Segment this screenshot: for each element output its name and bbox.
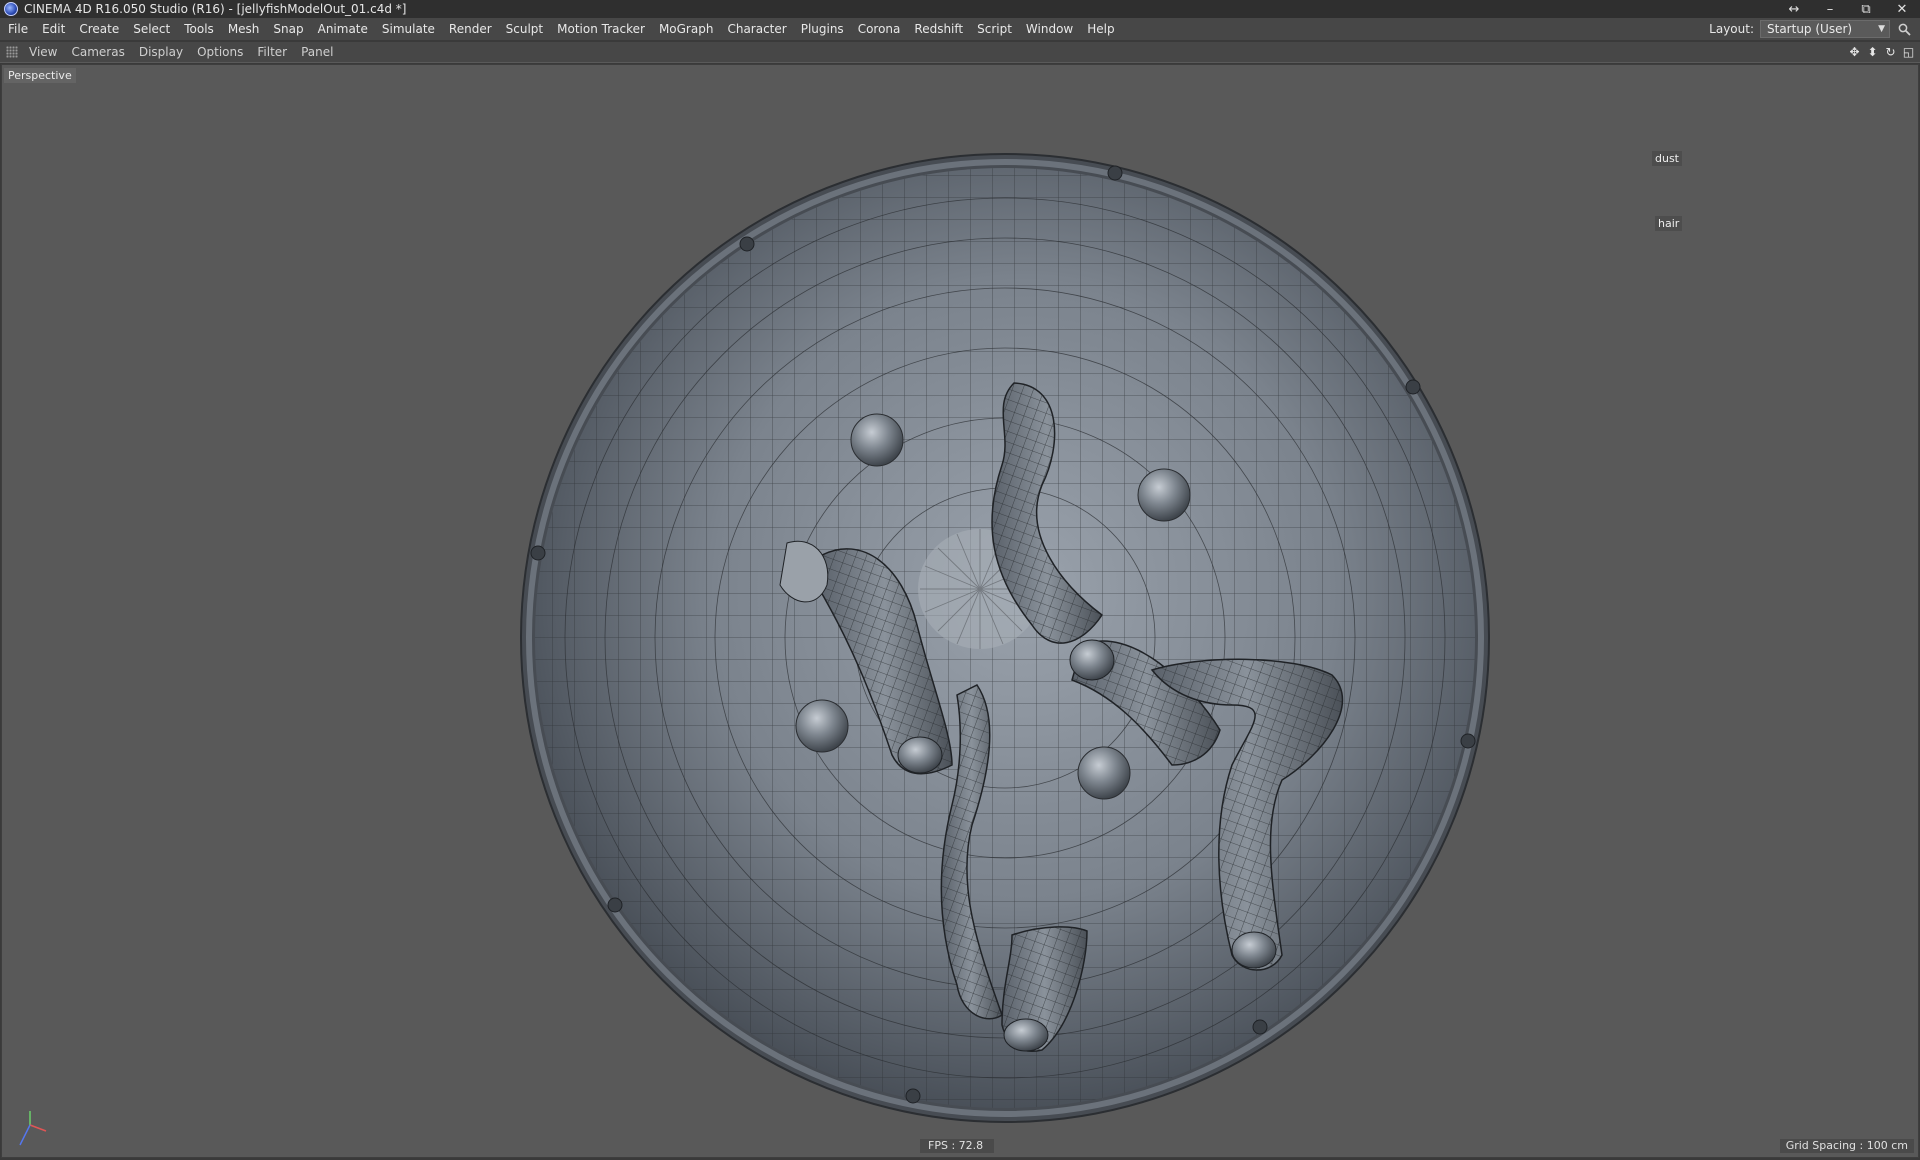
- menu-render[interactable]: Render: [442, 18, 499, 41]
- menu-animate[interactable]: Animate: [311, 18, 375, 41]
- menu-help[interactable]: Help: [1080, 18, 1121, 41]
- axis-gizmo: [19, 1111, 47, 1146]
- viewport-menu-filter[interactable]: Filter: [250, 42, 294, 63]
- title-bar: CINEMA 4D R16.050 Studio (R16) - [jellyf…: [0, 0, 1920, 18]
- object-label-dust[interactable]: dust: [1652, 151, 1682, 166]
- jellyfish-mesh-render: [19, 153, 1490, 1146]
- panel-grip-icon[interactable]: [6, 46, 18, 58]
- perspective-viewport[interactable]: Perspective dust hair FPS : 72.8 Grid Sp…: [1, 64, 1919, 1158]
- move-view-icon[interactable]: ✥: [1847, 44, 1862, 59]
- object-label-hair[interactable]: hair: [1655, 216, 1683, 231]
- chevron-down-icon: ▼: [1878, 24, 1885, 34]
- viewport-menu-panel[interactable]: Panel: [294, 42, 340, 63]
- viewport-menu-cameras[interactable]: Cameras: [64, 42, 131, 63]
- menu-create[interactable]: Create: [72, 18, 126, 41]
- menu-edit[interactable]: Edit: [35, 18, 72, 41]
- resize-arrows-icon[interactable]: ↔: [1776, 0, 1812, 18]
- menu-tools[interactable]: Tools: [177, 18, 221, 41]
- menu-corona[interactable]: Corona: [851, 18, 908, 41]
- window-controls: ↔ – ⧉ ✕: [1776, 0, 1920, 18]
- restore-button[interactable]: ⧉: [1848, 0, 1884, 18]
- grid-spacing-readout: Grid Spacing : 100 cm: [1779, 1139, 1914, 1153]
- window-title: CINEMA 4D R16.050 Studio (R16) - [jellyf…: [24, 2, 407, 16]
- main-menu-bar: File Edit Create Select Tools Mesh Snap …: [0, 18, 1920, 41]
- layout-dropdown-value: Startup (User): [1767, 22, 1853, 36]
- minimize-button[interactable]: –: [1812, 0, 1848, 18]
- layout-dropdown[interactable]: Startup (User) ▼: [1760, 20, 1890, 38]
- search-icon[interactable]: [1896, 21, 1912, 37]
- menu-character[interactable]: Character: [720, 18, 793, 41]
- zoom-view-icon[interactable]: ⬍: [1865, 44, 1880, 59]
- close-button[interactable]: ✕: [1884, 0, 1920, 18]
- menu-script[interactable]: Script: [970, 18, 1019, 41]
- layout-selector: Layout: Startup (User) ▼: [1709, 20, 1912, 38]
- camera-name-label[interactable]: Perspective: [4, 68, 76, 83]
- layout-label: Layout:: [1709, 22, 1754, 36]
- viewport-menu-display[interactable]: Display: [132, 42, 190, 63]
- menu-redshift[interactable]: Redshift: [907, 18, 970, 41]
- viewport-menu-options[interactable]: Options: [190, 42, 250, 63]
- viewport-menu-bar: View Cameras Display Options Filter Pane…: [0, 42, 1920, 63]
- menu-sculpt[interactable]: Sculpt: [499, 18, 550, 41]
- menu-snap[interactable]: Snap: [266, 18, 310, 41]
- cinema4d-logo-icon: [4, 2, 18, 16]
- menu-mesh[interactable]: Mesh: [221, 18, 267, 41]
- menu-file[interactable]: File: [0, 18, 35, 41]
- menu-window[interactable]: Window: [1019, 18, 1080, 41]
- menu-select[interactable]: Select: [126, 18, 177, 41]
- toggle-view-icon[interactable]: ◱: [1901, 44, 1916, 59]
- menu-motion-tracker[interactable]: Motion Tracker: [550, 18, 652, 41]
- menu-mograph[interactable]: MoGraph: [652, 18, 721, 41]
- rotate-view-icon[interactable]: ↻: [1883, 44, 1898, 59]
- menu-simulate[interactable]: Simulate: [375, 18, 442, 41]
- viewport-nav-icons: ✥ ⬍ ↻ ◱: [1847, 44, 1916, 59]
- fps-readout: FPS : 72.8: [920, 1139, 994, 1153]
- menu-plugins[interactable]: Plugins: [794, 18, 851, 41]
- viewport-menu-view[interactable]: View: [22, 42, 64, 63]
